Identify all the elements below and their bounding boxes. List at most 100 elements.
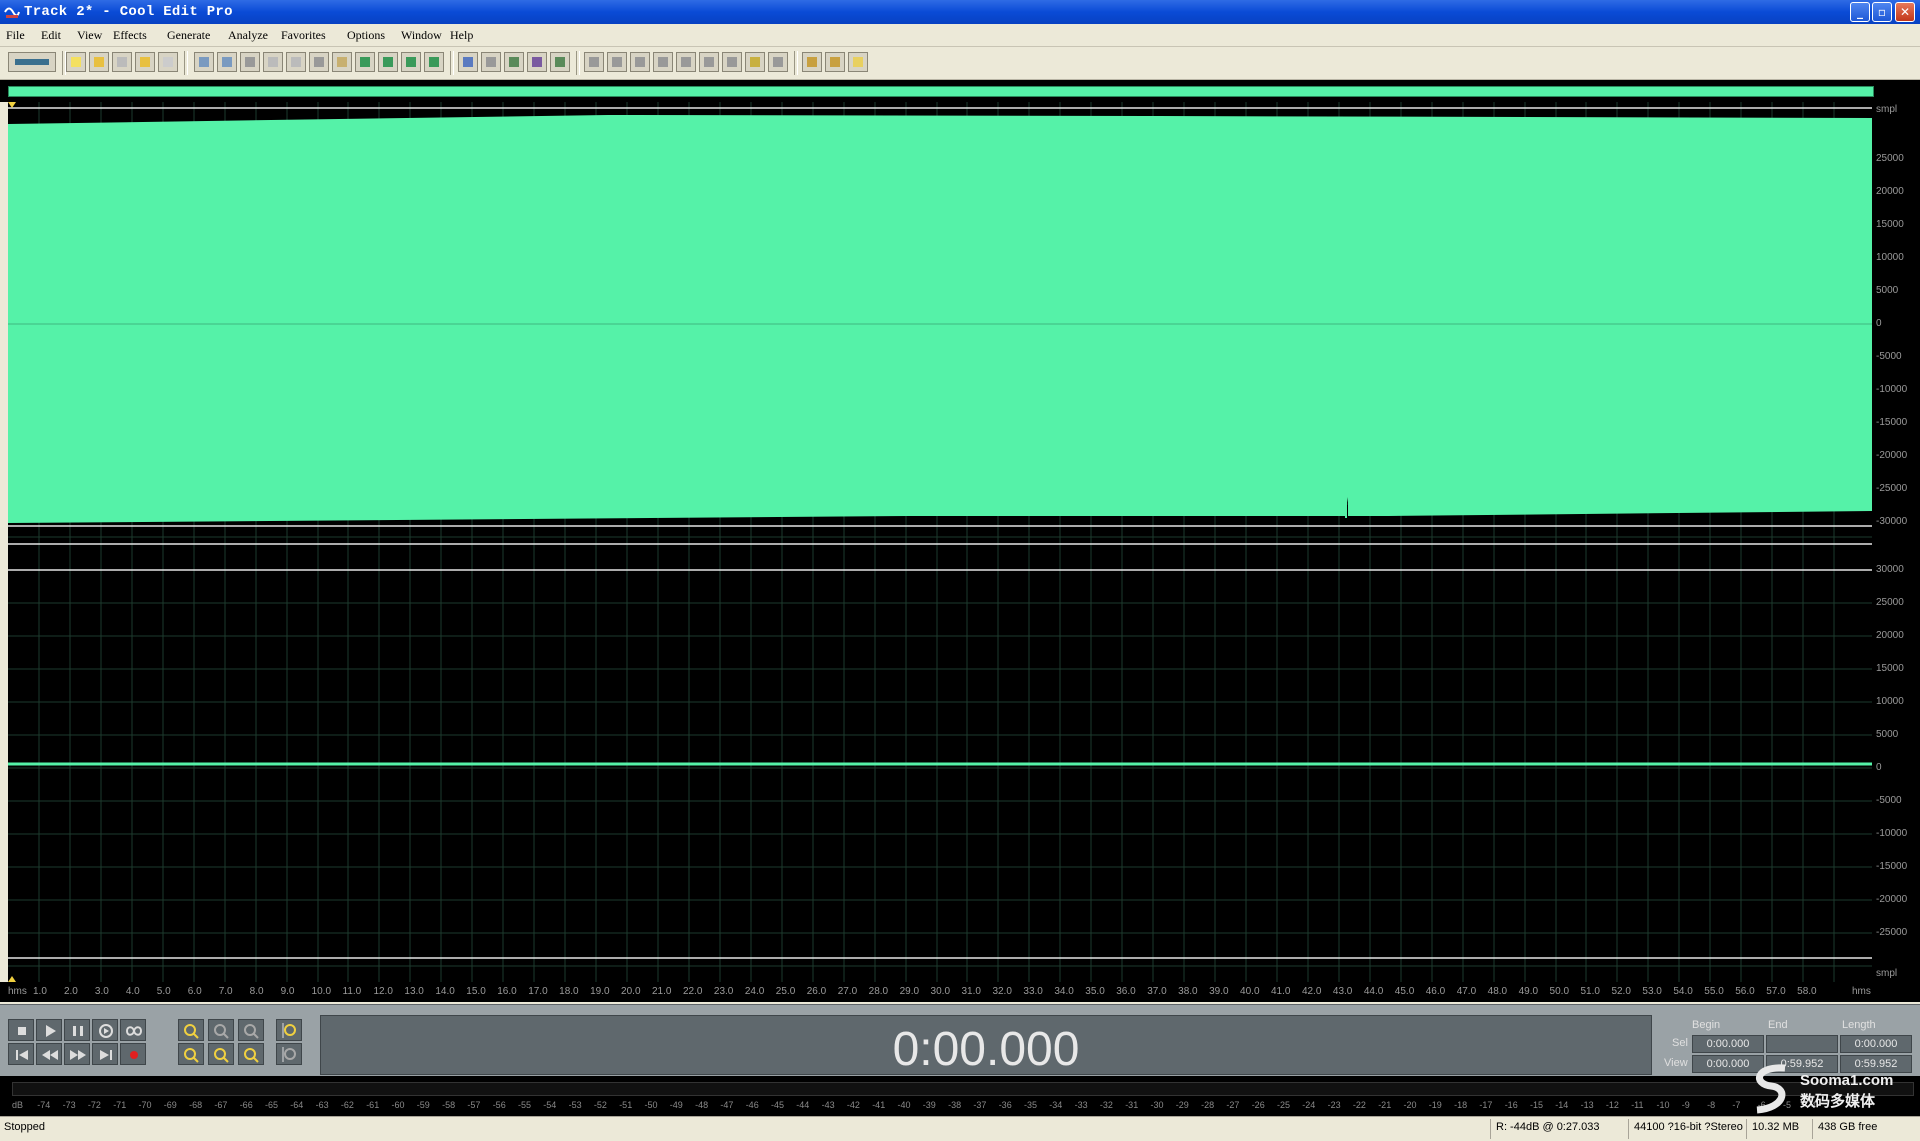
timeline-tick-label: 14.0 [435, 986, 455, 997]
zoom-in-button[interactable] [178, 1019, 204, 1041]
record-button[interactable] [120, 1043, 146, 1065]
menu-options[interactable]: Options [347, 28, 385, 43]
delete-silence-button[interactable] [424, 52, 444, 72]
go-to-start-button[interactable] [8, 1043, 34, 1065]
timeline-tick-label: 37.0 [1147, 986, 1167, 997]
menu-edit[interactable]: Edit [41, 28, 61, 43]
zoom-to-selection-button[interactable] [178, 1043, 204, 1065]
transport-controls [8, 1019, 158, 1071]
spectral-pitch-button[interactable] [504, 52, 524, 72]
view-option-2-button[interactable] [607, 52, 627, 72]
minimize-button[interactable]: _ [1850, 2, 1870, 22]
menu-view[interactable]: View [77, 28, 102, 43]
redo-button[interactable] [217, 52, 237, 72]
timeline-tick-label: 7.0 [218, 986, 233, 997]
level-meter-tick-label: -66 [239, 1100, 253, 1110]
menu-help[interactable]: Help [450, 28, 473, 43]
toolbar-separator [794, 51, 798, 75]
cue-list-button[interactable] [722, 52, 742, 72]
zoom-full-button[interactable] [238, 1019, 264, 1041]
view-option-3-button[interactable] [630, 52, 650, 72]
cut-button[interactable] [309, 52, 329, 72]
level-meter-tick-label: -10 [1656, 1100, 1670, 1110]
open-file-button[interactable] [89, 52, 109, 72]
pause-button[interactable] [64, 1019, 90, 1041]
timeline-tick-label: 36.0 [1116, 986, 1136, 997]
menu-window[interactable]: Window [401, 28, 442, 43]
close-button[interactable]: ✕ [1895, 2, 1915, 22]
spectral-pan-button[interactable] [527, 52, 547, 72]
sel-length-field[interactable]: 0:00.000 [1840, 1035, 1912, 1053]
paste-new-button[interactable] [355, 52, 375, 72]
loop-button[interactable] [120, 1019, 146, 1041]
multitrack-toggle-button[interactable] [8, 52, 56, 72]
save-as-button[interactable] [135, 52, 155, 72]
waveform-view-button[interactable] [458, 52, 478, 72]
current-time: 0:00.000 [892, 1023, 1080, 1076]
paste-button[interactable] [332, 52, 352, 72]
zoom-out-vertical-button[interactable] [276, 1043, 302, 1065]
zoom-left-button[interactable] [208, 1043, 234, 1065]
repeat-command-button[interactable] [240, 52, 260, 72]
play-preview-button[interactable] [653, 52, 673, 72]
menu-file[interactable]: File [6, 28, 25, 43]
timeline-tick-label: 10.0 [311, 986, 332, 997]
zoom-out-icon [214, 1024, 229, 1039]
zoom-in-vertical-button[interactable] [276, 1019, 302, 1041]
level-meter-tick-label: -32 [1099, 1100, 1113, 1110]
close-file-button[interactable] [158, 52, 178, 72]
display-options-button[interactable] [768, 52, 788, 72]
timeline-tick-label: 17.0 [528, 986, 548, 997]
status-free: 438 GB free [1818, 1121, 1878, 1133]
edit-script-button[interactable] [825, 52, 845, 72]
stop-button[interactable] [8, 1019, 34, 1041]
menu-generate[interactable]: Generate [167, 28, 210, 43]
end-marker-icon[interactable] [8, 972, 18, 982]
menu-analyze[interactable]: Analyze [228, 28, 268, 43]
undo-button[interactable] [194, 52, 214, 72]
spectral-view-button[interactable] [481, 52, 501, 72]
copy-button[interactable] [286, 52, 306, 72]
marker-button[interactable] [745, 52, 765, 72]
copy-new-button[interactable] [263, 52, 283, 72]
zoom-out-button[interactable] [208, 1019, 234, 1041]
maximize-button[interactable]: ▫ [1872, 2, 1892, 22]
fast-forward-button[interactable] [64, 1043, 90, 1065]
menu-effects[interactable]: Effects [113, 28, 147, 43]
amplitude-ruler: smpl 25000 20000 15000 10000 5000 0 -5000 -1000… [1872, 102, 1920, 982]
sel-begin-field[interactable]: 0:00.000 [1692, 1035, 1764, 1053]
help-button[interactable] [848, 52, 868, 72]
time-format-button[interactable] [699, 52, 719, 72]
play-button[interactable] [36, 1019, 62, 1041]
level-meter-tick-label: -15 [1530, 1100, 1544, 1110]
level-meter-tick-label: -19 [1428, 1100, 1442, 1110]
timeline-tick-label: 52.0 [1611, 986, 1631, 997]
zoom-out-vertical-icon [282, 1047, 296, 1062]
settings-gear-button[interactable] [802, 52, 822, 72]
timeline-tick-label: 27.0 [837, 986, 858, 997]
level-meter-tick-label: -56 [492, 1100, 506, 1110]
view-option-1-button[interactable] [584, 52, 604, 72]
waveform-display[interactable] [8, 102, 1872, 982]
snap-button[interactable] [676, 52, 696, 72]
timeline-tick-label: 47.0 [1456, 986, 1477, 997]
level-meter-tick-label: -62 [340, 1100, 354, 1110]
play-to-end-button[interactable] [92, 1019, 118, 1041]
rewind-button[interactable] [36, 1043, 62, 1065]
sel-end-field[interactable] [1766, 1035, 1838, 1053]
pause-icon [73, 1026, 83, 1036]
overview-bar[interactable] [8, 86, 1874, 97]
waveform-view[interactable] [8, 102, 1872, 982]
spectral-phase-button[interactable] [550, 52, 570, 72]
go-to-end-button[interactable] [92, 1043, 118, 1065]
timeline-tick-label: 29.0 [899, 986, 920, 997]
timeline-tick-label: 16.0 [497, 986, 517, 997]
timeline-tick-label: 22.0 [682, 986, 703, 997]
save-button[interactable] [112, 52, 132, 72]
start-marker-icon[interactable] [8, 102, 18, 112]
zoom-right-button[interactable] [238, 1043, 264, 1065]
menu-favorites[interactable]: Favorites [281, 28, 326, 43]
new-file-button[interactable] [66, 52, 86, 72]
mix-paste-button[interactable] [378, 52, 398, 72]
trim-button[interactable] [401, 52, 421, 72]
